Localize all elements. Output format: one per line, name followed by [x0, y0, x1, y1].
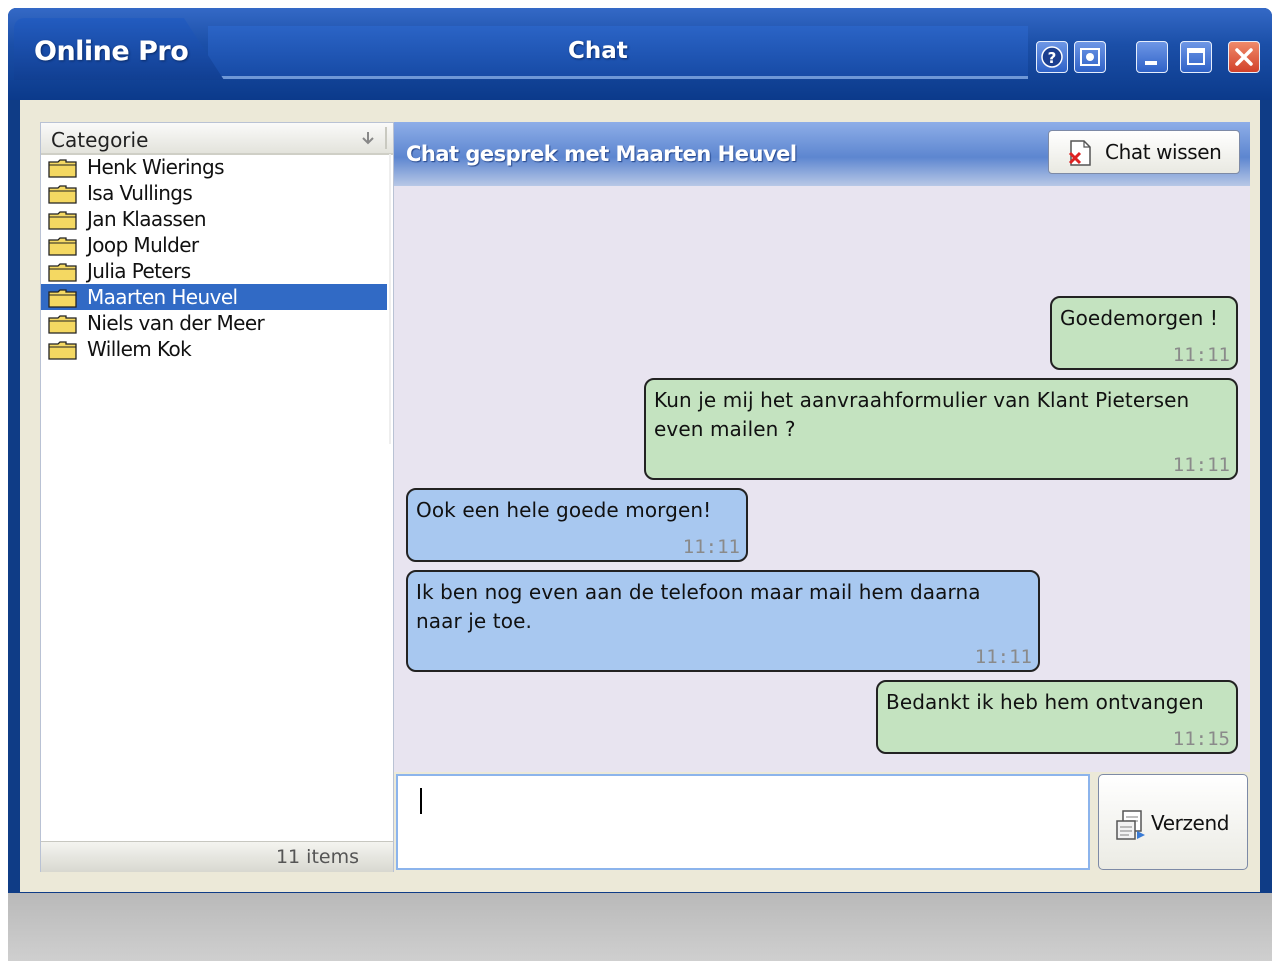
- contact-label: Julia Peters: [87, 259, 191, 283]
- folder-icon: [48, 341, 77, 360]
- sort-arrow-icon[interactable]: [359, 130, 377, 148]
- delete-document-icon: [1068, 140, 1091, 166]
- message-received: Ik ben nog even aan de telefoon maar mai…: [406, 570, 1040, 672]
- contact-item[interactable]: Joop Mulder: [41, 232, 387, 258]
- folder-icon: [48, 211, 77, 230]
- message-sent: Goedemorgen ! 11:11: [1050, 296, 1238, 370]
- screenshot-button[interactable]: [1074, 41, 1106, 73]
- send-button[interactable]: Verzend: [1098, 774, 1248, 870]
- message-text: Kun je mij het aanvraahformulier van Kla…: [654, 388, 1190, 441]
- contact-item[interactable]: Isa Vullings: [41, 180, 387, 206]
- message-time: 11:15: [1172, 728, 1230, 750]
- message-text: Ik ben nog even aan de telefoon maar mai…: [416, 580, 981, 633]
- message-sent: Kun je mij het aanvraahformulier van Kla…: [644, 378, 1238, 480]
- column-header-label: Categorie: [51, 128, 149, 152]
- chat-panel: Chat gesprek met Maarten Heuvel Chat wis…: [394, 122, 1250, 872]
- close-button[interactable]: [1228, 41, 1260, 73]
- message-text: Bedankt ik heb hem ontvangen: [886, 690, 1204, 714]
- message-list: Goedemorgen ! 11:11 Kun je mij het aanvr…: [394, 186, 1250, 772]
- minimize-icon: [1145, 61, 1157, 65]
- window-title: Chat: [568, 38, 628, 64]
- svg-text:?: ?: [1048, 49, 1057, 67]
- clear-chat-label: Chat wissen: [1105, 140, 1222, 164]
- column-resize-handle[interactable]: [385, 127, 387, 149]
- message-time: 11:11: [1172, 344, 1230, 366]
- column-header[interactable]: Categorie: [41, 123, 393, 155]
- status-bar: [8, 893, 1272, 961]
- contact-label: Isa Vullings: [87, 181, 193, 205]
- maximize-button[interactable]: [1180, 41, 1212, 73]
- folder-icon: [48, 263, 77, 282]
- close-icon: [1235, 48, 1253, 66]
- contact-item[interactable]: Willem Kok: [41, 336, 387, 362]
- folder-icon: [48, 289, 77, 308]
- folder-icon: [48, 185, 77, 204]
- contact-label: Henk Wierings: [87, 155, 225, 179]
- help-button[interactable]: ?: [1036, 41, 1068, 73]
- contact-item[interactable]: Henk Wierings: [41, 154, 387, 180]
- minimize-button[interactable]: [1136, 41, 1168, 73]
- contact-label: Willem Kok: [87, 337, 192, 361]
- message-text: Goedemorgen !: [1060, 306, 1218, 330]
- contact-item[interactable]: Niels van der Meer: [41, 310, 387, 336]
- contact-label: Jan Klaassen: [87, 207, 207, 231]
- contact-item-selected[interactable]: Maarten Heuvel: [41, 284, 387, 310]
- send-label: Verzend: [1151, 811, 1230, 835]
- contact-item[interactable]: Jan Klaassen: [41, 206, 387, 232]
- question-icon: ?: [1041, 46, 1063, 68]
- contacts-footer: 11 items: [41, 841, 393, 872]
- message-input[interactable]: [396, 774, 1090, 870]
- contacts-panel: Categorie Henk Wierings Isa Vullings Jan…: [40, 122, 394, 872]
- text-caret: [420, 788, 422, 814]
- message-time: 11:11: [974, 646, 1032, 668]
- contact-item[interactable]: Julia Peters: [41, 258, 387, 284]
- contact-list: Henk Wierings Isa Vullings Jan Klaassen …: [41, 154, 393, 362]
- message-sent: Bedankt ik heb hem ontvangen 11:15: [876, 680, 1238, 754]
- chat-title: Chat gesprek met Maarten Heuvel: [406, 142, 797, 166]
- message-time: 11:11: [1172, 454, 1230, 476]
- contact-label: Niels van der Meer: [87, 311, 265, 335]
- folder-icon: [48, 159, 77, 178]
- message-text: Ook een hele goede morgen!: [416, 498, 712, 522]
- message-time: 11:11: [682, 536, 740, 558]
- list-scroll-track: [389, 154, 391, 444]
- item-count: 11 items: [275, 846, 359, 868]
- title-bar[interactable]: Online Pro Chat ?: [8, 8, 1272, 100]
- contact-label: Joop Mulder: [87, 233, 199, 257]
- folder-icon: [48, 237, 77, 256]
- chat-header: Chat gesprek met Maarten Heuvel Chat wis…: [394, 122, 1250, 186]
- contact-label: Maarten Heuvel: [87, 285, 238, 309]
- message-received: Ook een hele goede morgen! 11:11: [406, 488, 748, 562]
- app-brand: Online Pro: [34, 36, 189, 67]
- folder-icon: [48, 315, 77, 334]
- camera-icon: [1080, 48, 1100, 66]
- send-document-icon: [1116, 810, 1145, 840]
- clear-chat-button[interactable]: Chat wissen: [1048, 130, 1240, 174]
- maximize-icon: [1187, 48, 1205, 65]
